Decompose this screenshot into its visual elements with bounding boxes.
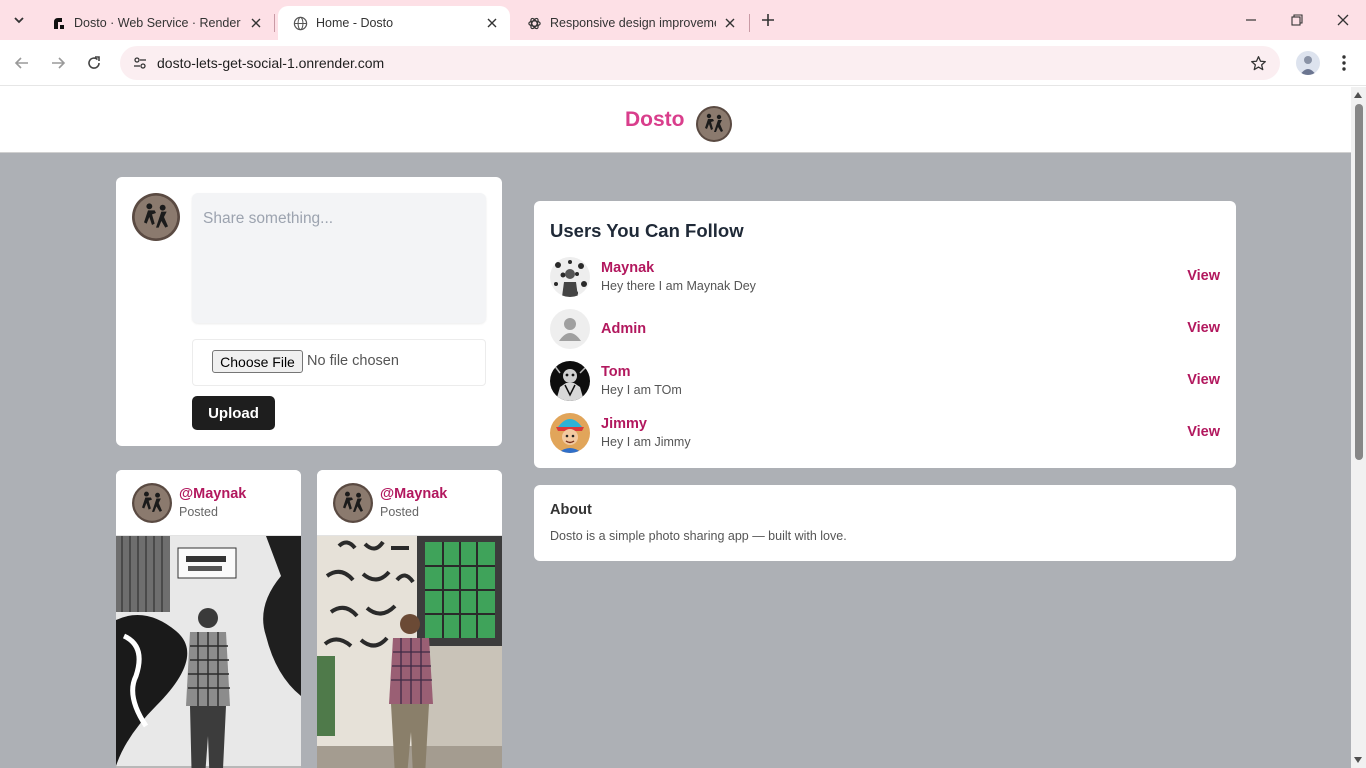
bookmark-star-icon[interactable] — [1248, 53, 1268, 73]
tab-title: Home - Dosto — [316, 16, 394, 30]
view-user-link[interactable]: View — [1187, 424, 1220, 440]
default-user-icon — [550, 309, 590, 349]
close-window-button[interactable] — [1328, 6, 1358, 34]
post-header: @Maynak Posted — [317, 470, 502, 536]
close-tab-icon[interactable] — [484, 15, 500, 31]
user-avatar[interactable] — [550, 361, 590, 401]
post-card: @Maynak Posted — [116, 470, 301, 768]
new-tab-button[interactable] — [756, 8, 780, 32]
follow-suggestions-card: Users You Can Follow Maynak Hey there I … — [534, 201, 1236, 468]
browser-tabstrip: Dosto · Web Service · Render D Home - Do… — [0, 0, 1366, 40]
tab-home-dosto[interactable]: Home - Dosto — [278, 6, 510, 40]
tab-render-dashboard[interactable]: Dosto · Web Service · Render D — [36, 6, 274, 40]
post-username[interactable]: @Maynak — [380, 486, 447, 502]
post-composer: Share something... Choose File No file c… — [116, 177, 502, 446]
upload-button[interactable]: Upload — [192, 396, 275, 430]
tab-title: Dosto · Web Service · Render D — [74, 16, 242, 30]
profile-avatar[interactable] — [1296, 51, 1320, 75]
scroll-up-arrow-icon[interactable] — [1354, 92, 1362, 98]
arrow-right-icon — [52, 57, 66, 69]
tab-divider — [749, 14, 750, 32]
post-status: Posted — [380, 505, 419, 519]
composer-avatar — [132, 193, 180, 241]
follow-user-row: Jimmy Hey I am Jimmy View — [550, 413, 1220, 457]
about-card: About Dosto is a simple photo sharing ap… — [534, 485, 1236, 561]
close-icon — [1337, 14, 1349, 26]
site-header: Dosto — [0, 87, 1351, 153]
user-bio: Hey I am Jimmy — [601, 435, 691, 449]
close-tab-icon[interactable] — [248, 15, 264, 31]
user-name[interactable]: Admin — [601, 321, 646, 337]
plus-icon — [762, 14, 774, 26]
brand-logo-text[interactable]: Dosto — [625, 108, 685, 132]
minimize-icon — [1246, 19, 1256, 21]
url-text: dosto-lets-get-social-1.onrender.com — [157, 55, 385, 71]
post-avatar[interactable] — [333, 483, 373, 523]
user-avatar[interactable] — [550, 257, 590, 297]
file-status-text: No file chosen — [307, 353, 399, 369]
share-placeholder: Share something... — [203, 210, 334, 227]
post-photo[interactable] — [317, 536, 502, 768]
address-bar[interactable]: dosto-lets-get-social-1.onrender.com — [120, 46, 1280, 80]
post-photo[interactable] — [116, 536, 301, 768]
restore-button[interactable] — [1282, 6, 1312, 34]
page-viewport: Dosto Share something... Choose File No … — [0, 87, 1351, 768]
header-avatar[interactable] — [696, 106, 732, 142]
post-header: @Maynak Posted — [116, 470, 301, 536]
reload-icon — [88, 56, 100, 69]
follow-user-row: Tom Hey I am TOm View — [550, 361, 1220, 405]
follow-user-row: Admin View — [550, 309, 1220, 353]
follow-user-row: Maynak Hey there I am Maynak Dey View — [550, 257, 1220, 301]
post-card: @Maynak Posted — [317, 470, 502, 768]
tab-divider — [274, 14, 275, 32]
user-bio: Hey there I am Maynak Dey — [601, 279, 756, 293]
follow-title: Users You Can Follow — [550, 220, 744, 241]
user-bio: Hey I am TOm — [601, 383, 682, 397]
user-avatar[interactable] — [550, 309, 590, 349]
forward-button[interactable] — [44, 49, 72, 77]
file-input-box: Choose File No file chosen — [192, 339, 486, 386]
choose-file-button[interactable]: Choose File — [212, 350, 303, 373]
close-tab-icon[interactable] — [722, 15, 738, 31]
browser-toolbar: dosto-lets-get-social-1.onrender.com — [0, 40, 1366, 86]
chatgpt-icon — [526, 15, 542, 31]
scrollbar-thumb[interactable] — [1355, 104, 1363, 460]
view-user-link[interactable]: View — [1187, 268, 1220, 284]
chevron-down-icon — [14, 17, 24, 24]
user-avatar[interactable] — [550, 413, 590, 453]
user-name[interactable]: Tom — [601, 364, 631, 380]
view-user-link[interactable]: View — [1187, 320, 1220, 336]
browser-menu-icon[interactable] — [1332, 51, 1356, 75]
arrow-left-icon — [14, 57, 28, 69]
minimize-button[interactable] — [1236, 6, 1266, 34]
reload-button[interactable] — [80, 49, 108, 77]
globe-icon — [292, 15, 308, 31]
scroll-down-arrow-icon[interactable] — [1354, 757, 1362, 763]
back-button[interactable] — [8, 49, 36, 77]
page-scrollbar[interactable] — [1351, 87, 1366, 768]
tab-search-button[interactable] — [6, 8, 32, 32]
restore-icon — [1291, 14, 1303, 26]
render-icon — [50, 15, 66, 31]
tab-title: Responsive design improvemen — [550, 16, 716, 30]
user-name[interactable]: Jimmy — [601, 416, 647, 432]
post-username[interactable]: @Maynak — [179, 486, 246, 502]
user-name[interactable]: Maynak — [601, 260, 654, 276]
about-title: About — [550, 502, 592, 518]
about-text: Dosto is a simple photo sharing app — bu… — [550, 529, 847, 543]
post-status: Posted — [179, 505, 218, 519]
site-settings-icon[interactable] — [128, 51, 152, 75]
view-user-link[interactable]: View — [1187, 372, 1220, 388]
tab-responsive-design[interactable]: Responsive design improvemen — [512, 6, 748, 40]
post-avatar[interactable] — [132, 483, 172, 523]
share-textarea[interactable]: Share something... — [192, 193, 486, 323]
